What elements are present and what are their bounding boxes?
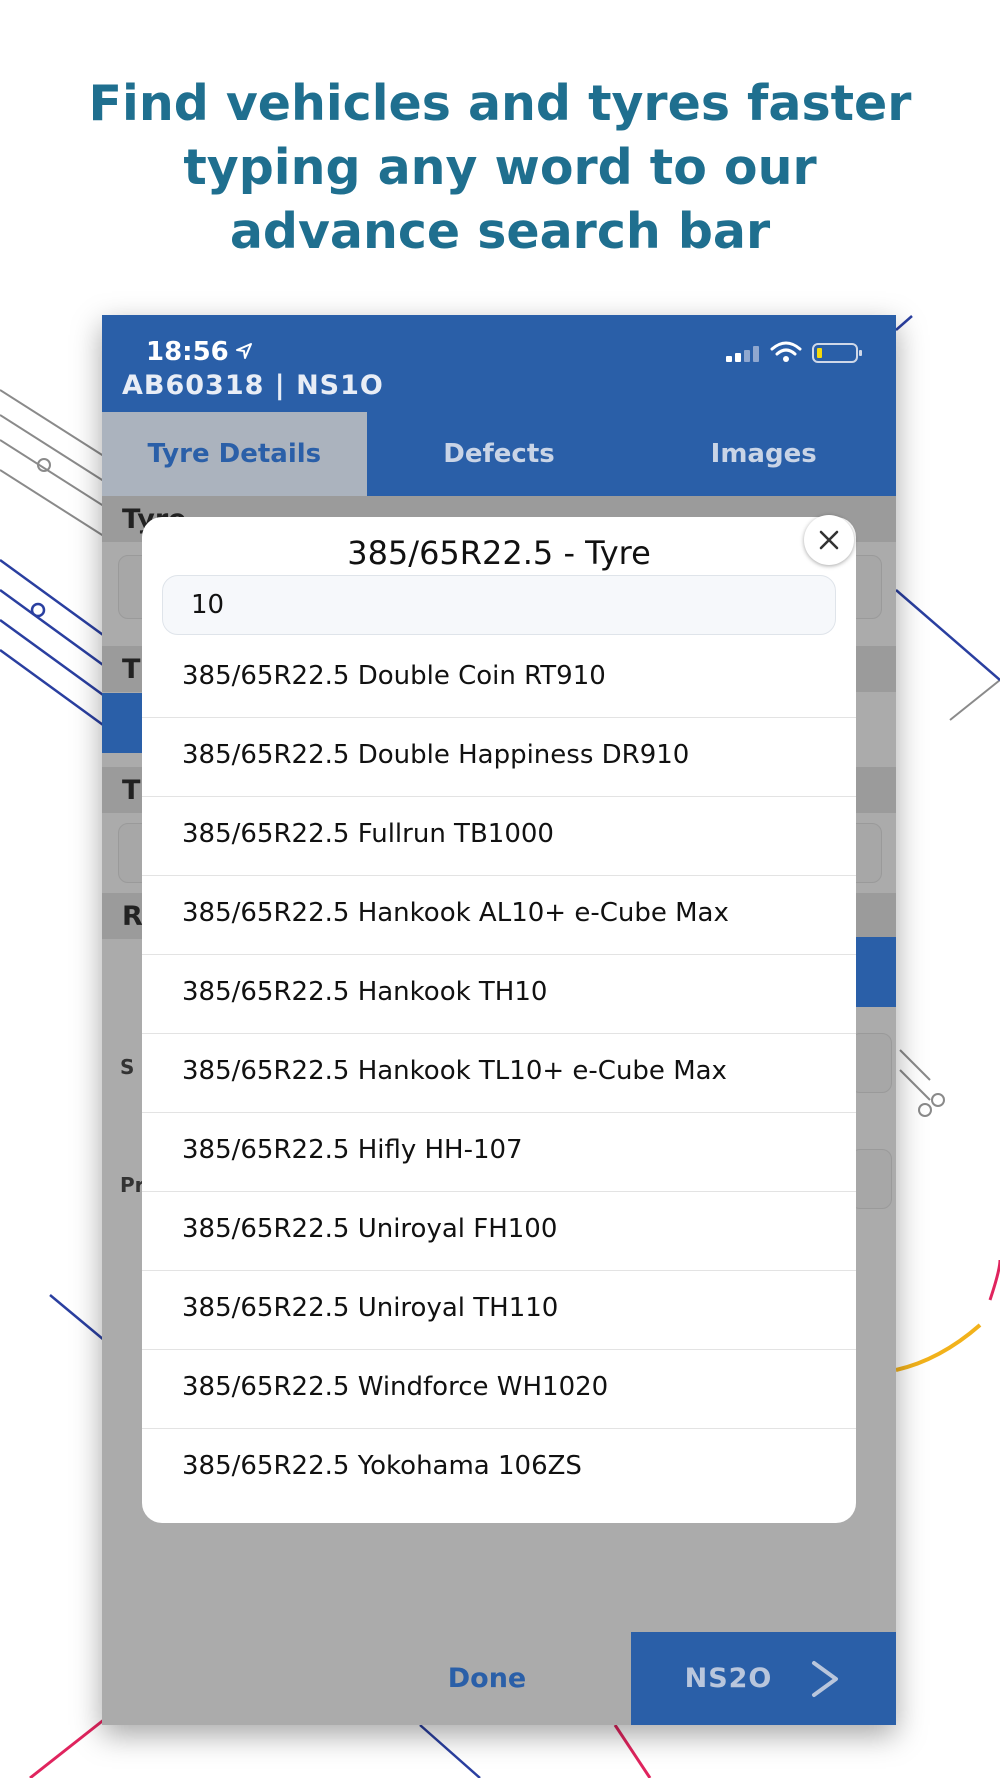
- headline-line-1: Find vehicles and tyres faster: [88, 75, 912, 132]
- wifi-icon: [770, 341, 802, 362]
- list-item[interactable]: 385/65R22.5 Yokohama 106ZS: [142, 1429, 856, 1508]
- tab-defects[interactable]: Defects: [367, 412, 632, 496]
- row-label-1: S: [120, 1055, 135, 1079]
- list-item[interactable]: 385/65R22.5 Hankook TL10+ e-Cube Max: [142, 1034, 856, 1113]
- signal-icon: [726, 346, 759, 362]
- list-item[interactable]: 385/65R22.5 Hifly HH-107: [142, 1113, 856, 1192]
- segment-control-right[interactable]: [854, 937, 896, 1007]
- modal-title: 385/65R22.5 - Tyre: [347, 534, 651, 572]
- status-time: 18:56: [146, 337, 229, 367]
- section-label-3: T: [122, 775, 141, 806]
- list-item[interactable]: 385/65R22.5 Uniroyal TH110: [142, 1271, 856, 1350]
- tab-bar: Tyre Details Defects Images: [102, 412, 896, 496]
- headline-line-3: advance search bar: [229, 203, 771, 260]
- search-input[interactable]: 10: [162, 575, 836, 635]
- close-icon: [819, 530, 839, 550]
- row-input-2[interactable]: [850, 1149, 892, 1209]
- tab-images[interactable]: Images: [631, 412, 896, 496]
- list-item[interactable]: 385/65R22.5 Double Coin RT910: [142, 639, 856, 718]
- location-arrow-icon: [236, 343, 252, 359]
- modal-close-button[interactable]: [804, 515, 854, 565]
- next-position-button[interactable]: NS2O: [631, 1632, 896, 1725]
- section-label-2: T: [122, 654, 141, 685]
- row-input-1[interactable]: [850, 1033, 892, 1093]
- chevron-right-icon: [812, 1660, 839, 1697]
- done-button[interactable]: Done: [357, 1632, 617, 1725]
- next-position-label: NS2O: [684, 1663, 773, 1694]
- list-item[interactable]: 385/65R22.5 Windforce WH1020: [142, 1350, 856, 1429]
- tyre-picker-modal: 385/65R22.5 - Tyre 10 385/65R22.5 Double…: [142, 517, 856, 1523]
- vehicle-id-title: AB60318 | NS1O: [122, 370, 384, 401]
- phone-screen: 18:56 AB60318 | NS1O Tyre Details Defect…: [102, 315, 896, 1725]
- list-item[interactable]: 385/65R22.5 Double Happiness DR910: [142, 718, 856, 797]
- tab-tyre-details[interactable]: Tyre Details: [102, 412, 367, 496]
- list-item[interactable]: 385/65R22.5 Hankook AL10+ e-Cube Max: [142, 876, 856, 955]
- list-item[interactable]: 385/65R22.5 Fullrun TB1000: [142, 797, 856, 876]
- status-bar: 18:56 AB60318 | NS1O: [102, 315, 896, 412]
- headline-line-2: typing any word to our: [183, 139, 817, 196]
- list-item[interactable]: 385/65R22.5 Hankook TH10: [142, 955, 856, 1034]
- bottom-action-bar: Done NS2O: [102, 1632, 896, 1725]
- promo-headline: Find vehicles and tyres faster typing an…: [0, 72, 1000, 264]
- tyre-result-list: 385/65R22.5 Double Coin RT910 385/65R22.…: [142, 639, 856, 1508]
- section-label-4: R: [122, 901, 143, 932]
- battery-icon: [812, 343, 862, 363]
- segment-control-active[interactable]: [102, 693, 142, 753]
- row-label-2: Pr: [120, 1173, 145, 1197]
- list-item[interactable]: 385/65R22.5 Uniroyal FH100: [142, 1192, 856, 1271]
